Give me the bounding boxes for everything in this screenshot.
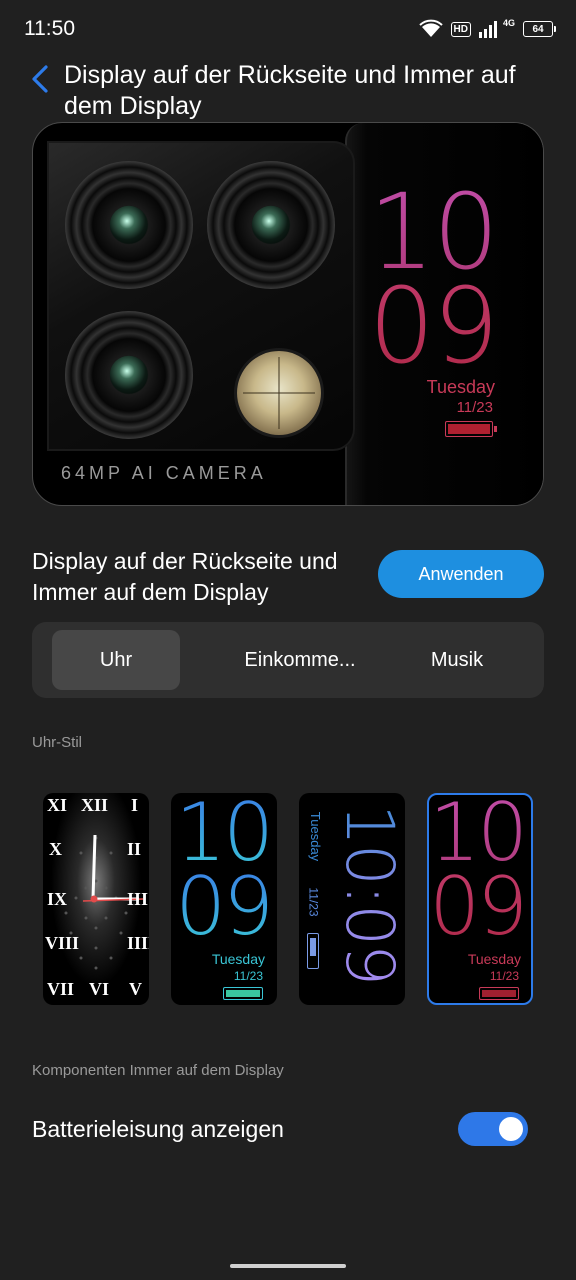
style-clock-time: 10:09 (331, 794, 405, 994)
preview-card: 64MP AI CAMERA 10 09 Tuesday 11/23 (32, 122, 544, 506)
roman-numeral: VII (47, 979, 75, 999)
roman-numeral: X (49, 839, 62, 859)
camera-module (47, 141, 355, 451)
roman-numeral: IX (47, 889, 68, 909)
status-icons: HD 4G 64 (418, 16, 556, 42)
style-clock-minute: 09 (429, 860, 528, 953)
apply-button[interactable]: Anwenden (378, 550, 544, 598)
apply-description: Display auf der Rückseite und Immer auf … (32, 548, 338, 605)
components-label: Komponenten Immer auf dem Display (32, 1062, 284, 1079)
camera-lens (65, 311, 193, 439)
clock-style-digital-rotated[interactable]: 10:09 Tuesday 11/23 (299, 793, 405, 1005)
camera-label: 64MP AI CAMERA (61, 463, 267, 483)
status-bar: 11:50 HD 4G 64 (0, 0, 576, 58)
camera-lens (65, 161, 193, 289)
style-date: 11/23 (306, 887, 321, 917)
battery-level: 64 (523, 21, 553, 37)
back-icon[interactable] (28, 64, 54, 94)
style-day: Tuesday (211, 951, 265, 967)
style-date: 11/23 (489, 969, 519, 983)
camera-lens (207, 161, 335, 289)
home-indicator[interactable] (230, 1264, 346, 1268)
roman-numeral: V (129, 979, 142, 999)
clock-style-roman[interactable]: XII I II III IIII V VI VII VIII IX X XI (43, 793, 149, 1005)
roman-numeral: XII (81, 795, 109, 815)
roman-numeral: VI (89, 979, 110, 999)
style-battery-icon (307, 933, 319, 969)
style-battery-icon (479, 987, 519, 1000)
style-day: Tuesday (467, 951, 521, 967)
hd-icon: HD (450, 21, 471, 37)
style-date: 11/23 (233, 969, 263, 983)
tab-income[interactable]: Einkomme... (212, 630, 388, 690)
preview-battery-icon (445, 421, 497, 437)
tab-bar: Uhr Einkomme... Musik (32, 622, 544, 698)
roman-numeral: IIII (127, 933, 149, 953)
camera-flash (237, 351, 321, 435)
roman-numeral: XI (47, 795, 68, 815)
roman-numeral: III (127, 889, 149, 909)
page-title: Display auf der Rückseite und Immer auf … (64, 61, 516, 120)
preview-day: Tuesday (426, 377, 495, 397)
battery-toggle[interactable] (458, 1112, 528, 1146)
battery-icon: 64 (523, 21, 556, 37)
battery-toggle-label: Batterieleisung anzeigen (32, 1116, 284, 1142)
roman-numeral: II (127, 839, 142, 859)
preview-clock-minute: 09 (368, 265, 499, 387)
style-battery-icon (223, 987, 263, 1000)
roman-numeral: VIII (45, 933, 80, 953)
signal-icon (478, 21, 497, 38)
toggle-knob (499, 1117, 523, 1141)
network-type: 4G (502, 18, 515, 28)
clock-style-digital-blue[interactable]: 10 09 Tuesday 11/23 (171, 793, 277, 1005)
style-day: Tuesday (308, 811, 324, 862)
tab-clock[interactable]: Uhr (52, 630, 180, 690)
clock-style-label: Uhr-Stil (32, 734, 83, 751)
tab-music[interactable]: Musik (392, 630, 522, 690)
preview-date: 11/23 (456, 399, 493, 416)
roman-numeral: I (131, 795, 139, 815)
style-clock-minute: 09 (175, 860, 274, 953)
status-time: 11:50 (24, 17, 75, 40)
wifi-icon (418, 19, 443, 37)
clock-style-digital-pink[interactable]: 10 09 Tuesday 11/23 (427, 793, 533, 1005)
